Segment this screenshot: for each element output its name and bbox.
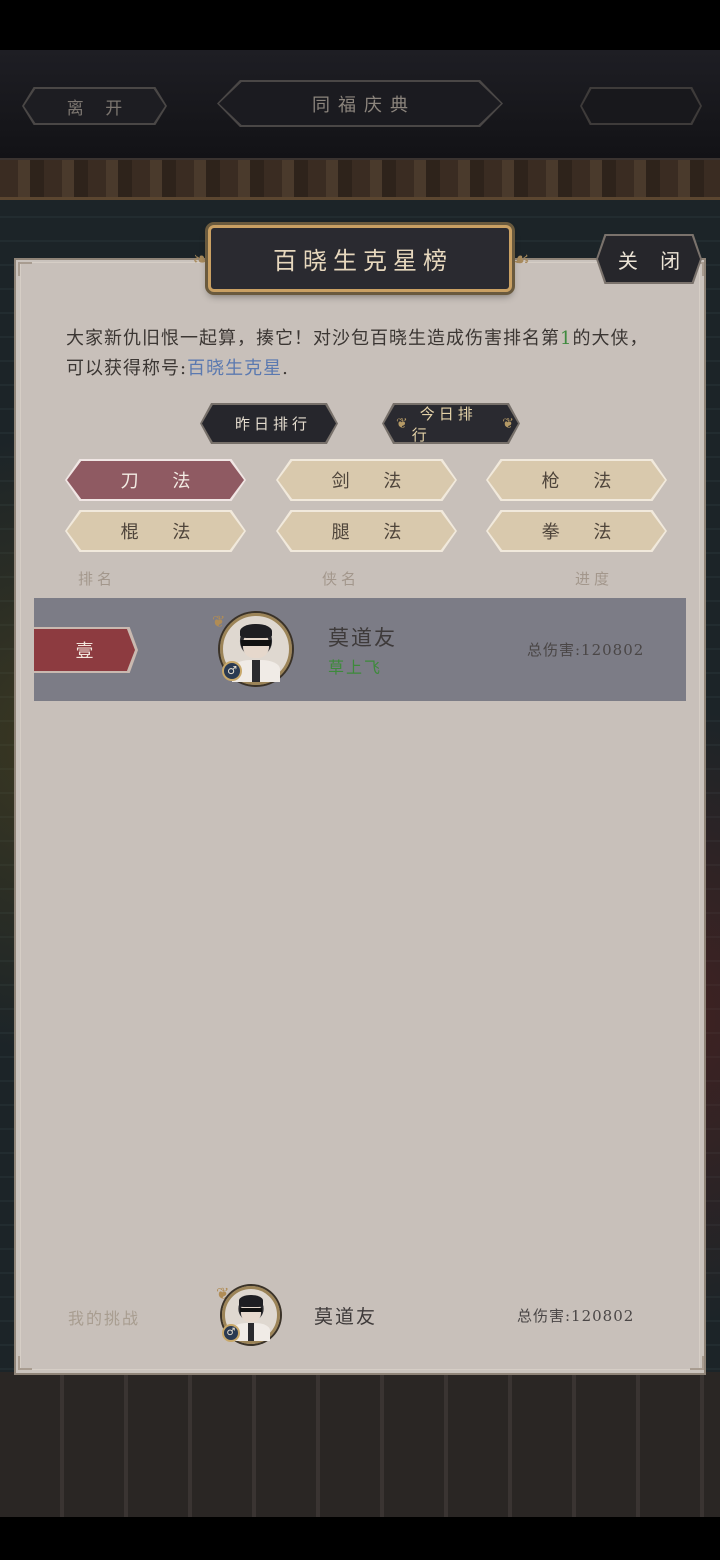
corner-ornament — [690, 1356, 704, 1370]
ornament-icon: ❦ — [396, 415, 408, 432]
my-name: 莫道友 — [314, 1306, 378, 1328]
tab-yesterday-label: 昨日排行 — [202, 405, 336, 442]
category-label: 刀 法 — [67, 461, 244, 499]
tab-today-inner: ❦ 今日排行 ❦ — [384, 405, 518, 442]
player-damage: 总伤害:120802 — [527, 641, 645, 659]
avatar-blindfold — [241, 639, 271, 646]
column-header-rank: 排名 — [78, 570, 117, 588]
top-right-button[interactable] — [580, 87, 702, 125]
column-header-progress: 进度 — [575, 570, 614, 588]
category-sword[interactable]: 剑 法 — [276, 459, 457, 501]
category-blade[interactable]: 刀 法 — [65, 459, 246, 501]
tab-today-label: 今日排行 — [411, 404, 477, 444]
category-label: 剑 法 — [278, 461, 455, 499]
tab-yesterday-ranking[interactable]: 昨日排行 — [200, 403, 338, 444]
leave-label: 离 开 — [24, 89, 165, 123]
description-text: 大家新仇旧恨一起算，揍它！对沙包百晓生造成伤害排名第 — [66, 328, 560, 349]
close-label: 关 闭 — [598, 236, 700, 282]
my-challenge-label: 我的挑战 — [68, 1309, 141, 1328]
rank-value: 壹 — [34, 629, 135, 671]
title-wing-ornament-icon: ☙ — [512, 247, 530, 271]
event-title: 同福庆典 — [219, 82, 501, 125]
status-bar — [0, 0, 720, 50]
reward-title-text: 百晓生克星 — [187, 358, 283, 379]
bottom-bar — [0, 1517, 720, 1560]
category-label: 拳 法 — [488, 512, 665, 550]
column-header-name: 侠名 — [322, 570, 361, 588]
category-staff[interactable]: 棍 法 — [65, 510, 246, 552]
avatar-hair — [238, 1295, 264, 1307]
category-spear[interactable]: 枪 法 — [486, 459, 667, 501]
player-title: 草上飞 — [328, 658, 383, 677]
category-label: 棍 法 — [67, 512, 244, 550]
category-kick[interactable]: 腿 法 — [276, 510, 457, 552]
description-rank-number: 1 — [560, 328, 573, 349]
panel-title: 百晓生克星榜 — [273, 247, 453, 275]
event-title-button[interactable]: 同福庆典 — [217, 80, 503, 127]
category-label: 枪 法 — [488, 461, 665, 499]
tab-today-ranking[interactable]: ❦ 今日排行 ❦ — [382, 403, 520, 444]
floor-scene — [0, 1372, 720, 1517]
game-scene: 离 开 同福庆典 ❧ ☙ 百晓生克星榜 关 闭 大家新仇旧恨一起算，揍它！对沙包… — [0, 0, 720, 1560]
avatar-blindfold — [239, 1307, 263, 1313]
panel-title-plate: 百晓生克星榜 — [208, 225, 512, 292]
frame-ornament-icon: ❦ — [212, 612, 226, 631]
avatar-hair — [240, 623, 272, 639]
ornament-icon: ❦ — [502, 415, 514, 432]
rank-badge: 壹 — [34, 627, 138, 673]
player-name: 莫道友 — [328, 626, 397, 650]
corner-ornament — [18, 262, 32, 276]
event-description: 大家新仇旧恨一起算，揍它！对沙包百晓生造成伤害排名第1的大侠，可以获得称号:百晓… — [66, 324, 656, 384]
category-fist[interactable]: 拳 法 — [486, 510, 667, 552]
ornament-band — [0, 160, 720, 200]
category-label: 腿 法 — [278, 512, 455, 550]
panel-body — [20, 262, 700, 1370]
top-right-label — [582, 89, 700, 123]
male-gender-icon: ♂ — [222, 661, 242, 681]
male-gender-icon: ♂ — [222, 1324, 240, 1342]
close-button[interactable]: 关 闭 — [596, 234, 702, 284]
leave-button[interactable]: 离 开 — [22, 87, 167, 125]
my-damage: 总伤害:120802 — [517, 1307, 635, 1325]
corner-ornament — [18, 1356, 32, 1370]
description-end: . — [282, 358, 289, 379]
